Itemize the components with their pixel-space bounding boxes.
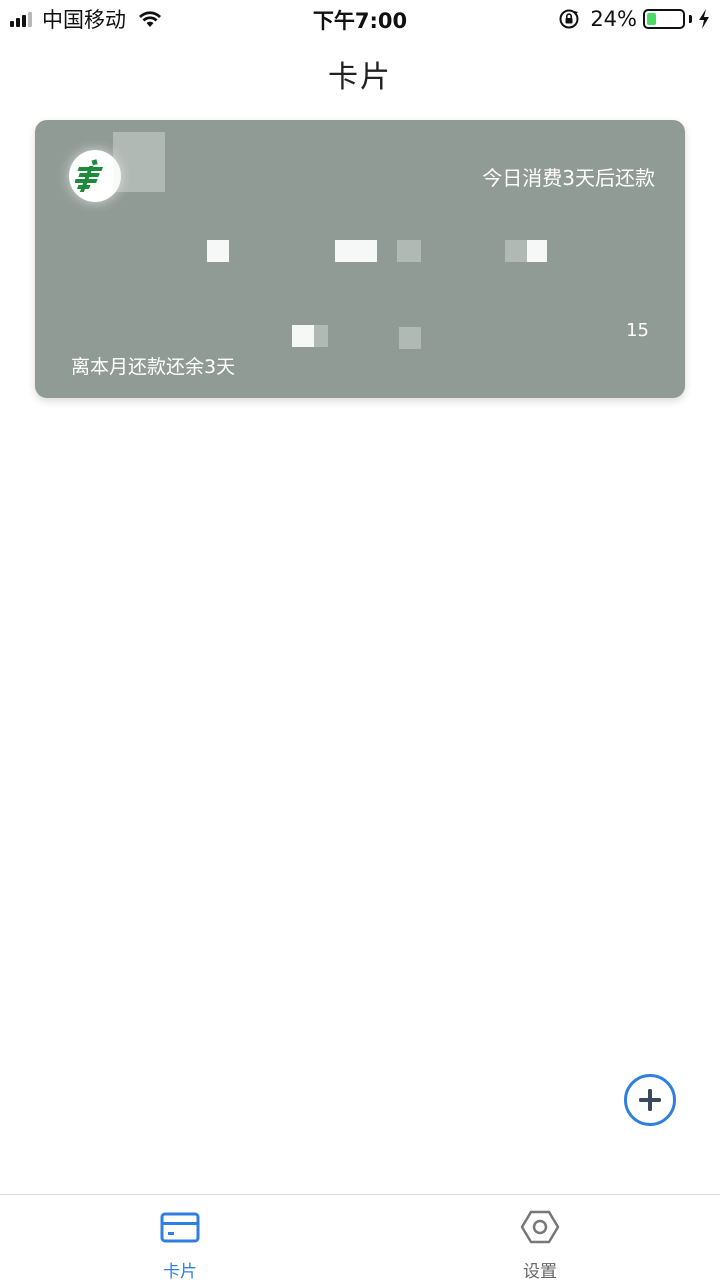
redacted-billing-2 <box>314 325 328 347</box>
tab-bar: 卡片 设置 <box>0 1194 720 1280</box>
settings-hexagon-icon <box>520 1210 560 1244</box>
redacted-card-number-2 <box>335 240 377 262</box>
battery-percent: 24% <box>590 7 637 31</box>
tab-settings-label: 设置 <box>523 1262 557 1280</box>
card-icon <box>160 1212 200 1243</box>
redacted-billing-3 <box>399 327 421 349</box>
page-title: 卡片 <box>328 60 392 95</box>
days-remaining-text: 离本月还款还余3天 <box>71 356 236 378</box>
tab-cards-label: 卡片 <box>163 1262 197 1280</box>
charging-bolt-icon <box>699 9 709 29</box>
redacted-card-number-4 <box>505 240 527 262</box>
battery-icon <box>643 9 685 29</box>
redacted-card-number-3 <box>397 240 421 262</box>
status-bar: 中国移动 下午7:00 24% <box>0 0 720 40</box>
redacted-bank-name <box>113 132 165 192</box>
repayment-status: 今日消费3天后还款 <box>482 166 655 190</box>
redacted-card-number-1 <box>207 240 229 262</box>
status-right: 24% <box>558 6 710 32</box>
credit-card[interactable]: 今日消费3天后还款 15 离本月还款还余3天 <box>35 120 685 398</box>
redacted-card-number-5 <box>527 240 547 262</box>
plus-icon <box>639 1089 661 1111</box>
tab-settings[interactable]: 设置 <box>360 1195 720 1280</box>
rotation-lock-icon <box>559 9 579 29</box>
billing-day: 15 <box>626 320 649 341</box>
app-screen: 中国移动 下午7:00 24% 卡片 今日消费3天后还款 15 离本月还款还余3… <box>0 0 720 1280</box>
redacted-billing-1 <box>292 325 314 347</box>
battery-tip <box>689 15 692 23</box>
tab-cards[interactable]: 卡片 <box>0 1195 360 1280</box>
add-card-button[interactable] <box>624 1074 676 1126</box>
